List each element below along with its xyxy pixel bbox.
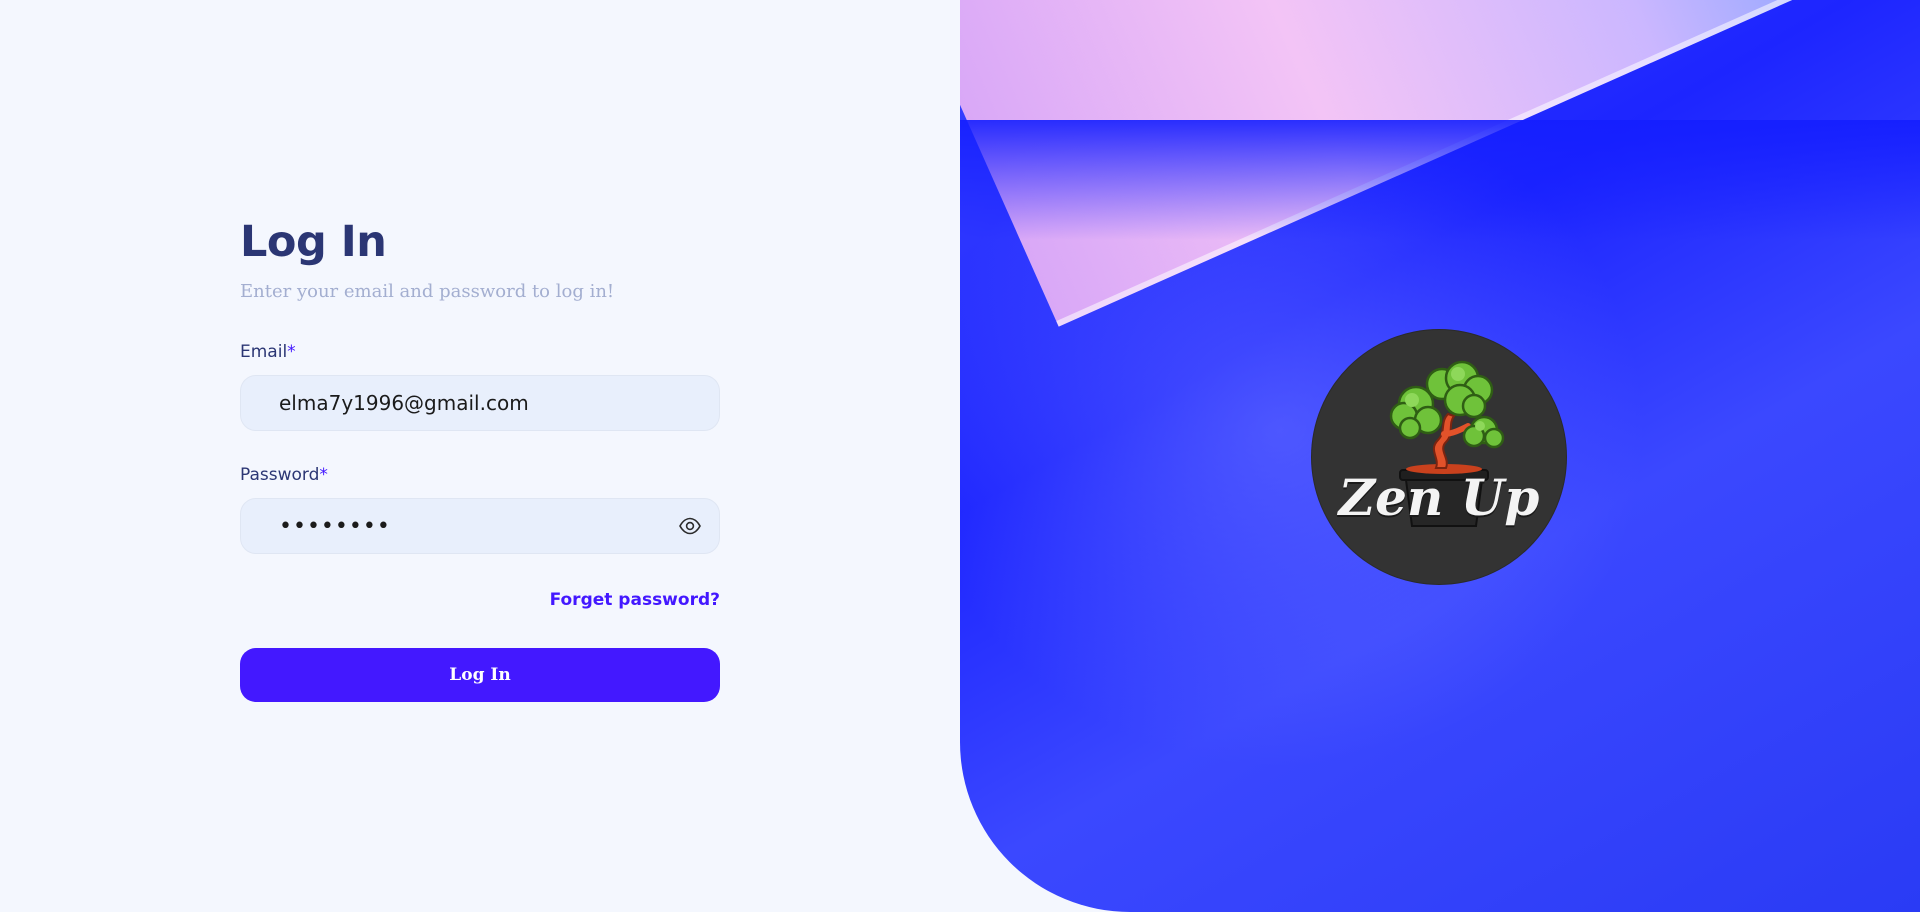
- password-field[interactable]: ••••••••: [240, 498, 720, 554]
- bonsai-tree-icon: [1389, 360, 1505, 527]
- password-value: ••••••••: [279, 513, 391, 539]
- password-label-text: Password: [240, 465, 320, 485]
- password-label: Password*: [240, 463, 720, 487]
- email-field[interactable]: elma7y1996@gmail.com: [240, 375, 720, 431]
- eye-icon[interactable]: [679, 517, 701, 535]
- brand-logo-text: Zen Up: [1338, 468, 1540, 527]
- email-required-mark: *: [287, 342, 296, 362]
- login-page: Log In Enter your email and password to …: [0, 0, 1920, 912]
- email-label-text: Email: [240, 342, 288, 362]
- login-button[interactable]: Log In: [240, 648, 720, 702]
- email-value: elma7y1996@gmail.com: [279, 391, 529, 415]
- hero-glow: [960, 120, 1920, 240]
- page-subtitle: Enter your email and password to log in!: [240, 281, 615, 302]
- page-title: Log In: [240, 217, 387, 267]
- password-required-mark: *: [319, 465, 328, 485]
- hero-panel: Zen Up: [960, 0, 1920, 912]
- forgot-password-link[interactable]: Forget password?: [240, 590, 720, 610]
- brand-logo: Zen Up: [1312, 330, 1566, 584]
- email-label: Email*: [240, 340, 720, 364]
- login-form: Log In Enter your email and password to …: [240, 210, 720, 702]
